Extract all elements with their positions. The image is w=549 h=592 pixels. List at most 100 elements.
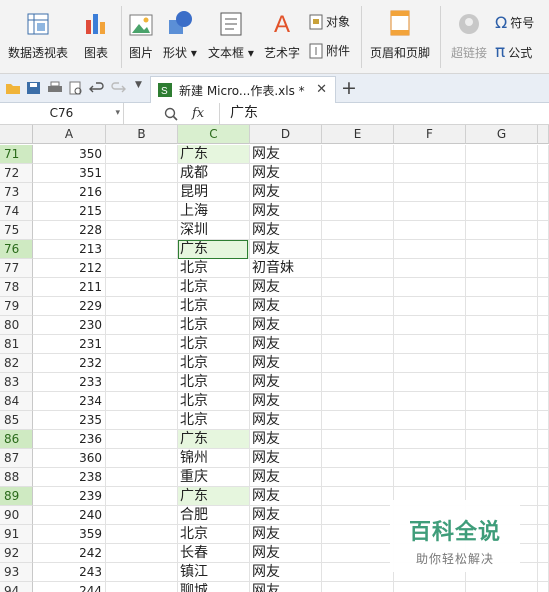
- cell-d[interactable]: 网友: [250, 487, 322, 506]
- cell-h[interactable]: [538, 373, 549, 392]
- cell-h[interactable]: [538, 449, 549, 468]
- undo-icon[interactable]: [89, 81, 105, 95]
- cell-d[interactable]: 初音妹: [250, 259, 322, 278]
- cell-e[interactable]: [322, 202, 394, 221]
- cell-h[interactable]: [538, 259, 549, 278]
- cell-b[interactable]: [106, 316, 178, 335]
- cell-a[interactable]: 231: [33, 335, 106, 354]
- cell-a[interactable]: 350: [33, 145, 106, 164]
- cell-h[interactable]: [538, 297, 549, 316]
- object-button[interactable]: 对象: [309, 13, 350, 30]
- row-header[interactable]: 93: [0, 563, 33, 582]
- cell-e[interactable]: [322, 164, 394, 183]
- formula-input[interactable]: 广东: [219, 103, 549, 124]
- cell-g[interactable]: [466, 468, 538, 487]
- row-header[interactable]: 81: [0, 335, 33, 354]
- customize-dropdown-icon[interactable]: ▼: [135, 80, 151, 94]
- cell-c[interactable]: 北京: [178, 335, 250, 354]
- cell-c[interactable]: 昆明: [178, 183, 250, 202]
- cell-g[interactable]: [466, 240, 538, 259]
- cell-a[interactable]: 211: [33, 278, 106, 297]
- cell-a[interactable]: 230: [33, 316, 106, 335]
- row-header[interactable]: 89: [0, 487, 33, 506]
- cell-a[interactable]: 360: [33, 449, 106, 468]
- cell-e[interactable]: [322, 506, 394, 525]
- cell-e[interactable]: [322, 373, 394, 392]
- cell-b[interactable]: [106, 563, 178, 582]
- cell-d[interactable]: 网友: [250, 430, 322, 449]
- cell-h[interactable]: [538, 183, 549, 202]
- header-footer-button[interactable]: 页眉和页脚: [370, 6, 430, 61]
- cell-b[interactable]: [106, 259, 178, 278]
- cell-f[interactable]: [394, 354, 466, 373]
- new-tab-icon[interactable]: +: [341, 77, 357, 99]
- cell-f[interactable]: [394, 430, 466, 449]
- cell-d[interactable]: 网友: [250, 202, 322, 221]
- cell-e[interactable]: [322, 278, 394, 297]
- cell-g[interactable]: [466, 183, 538, 202]
- cell-f[interactable]: [394, 202, 466, 221]
- select-all-corner[interactable]: [0, 125, 33, 144]
- cell-h[interactable]: [538, 411, 549, 430]
- cell-c[interactable]: 广东: [178, 240, 250, 259]
- row-header[interactable]: 91: [0, 525, 33, 544]
- row-header[interactable]: 73: [0, 183, 33, 202]
- cell-e[interactable]: [322, 335, 394, 354]
- cell-b[interactable]: [106, 164, 178, 183]
- cell-c[interactable]: 聊城: [178, 582, 250, 592]
- row-header[interactable]: 72: [0, 164, 33, 183]
- open-folder-icon[interactable]: [5, 81, 21, 95]
- row-header[interactable]: 84: [0, 392, 33, 411]
- cell-d[interactable]: 网友: [250, 316, 322, 335]
- textbox-button[interactable]: 文本框 ▾: [208, 6, 254, 61]
- cell-g[interactable]: [466, 335, 538, 354]
- cell-b[interactable]: [106, 240, 178, 259]
- cell-d[interactable]: 网友: [250, 183, 322, 202]
- cell-g[interactable]: [466, 411, 538, 430]
- row-header[interactable]: 76: [0, 240, 33, 259]
- cell-b[interactable]: [106, 449, 178, 468]
- cell-d[interactable]: 网友: [250, 449, 322, 468]
- cell-b[interactable]: [106, 525, 178, 544]
- cell-f[interactable]: [394, 221, 466, 240]
- cell-c[interactable]: 北京: [178, 259, 250, 278]
- cell-a[interactable]: 216: [33, 183, 106, 202]
- cell-a[interactable]: 234: [33, 392, 106, 411]
- cell-e[interactable]: [322, 582, 394, 592]
- cell-b[interactable]: [106, 145, 178, 164]
- row-header[interactable]: 83: [0, 373, 33, 392]
- cell-g[interactable]: [466, 297, 538, 316]
- cell-c[interactable]: 长春: [178, 544, 250, 563]
- cell-c[interactable]: 北京: [178, 411, 250, 430]
- cell-b[interactable]: [106, 487, 178, 506]
- cell-c[interactable]: 北京: [178, 354, 250, 373]
- cell-h[interactable]: [538, 335, 549, 354]
- cell-c[interactable]: 北京: [178, 297, 250, 316]
- wordart-button[interactable]: A 艺术字: [264, 6, 300, 61]
- cell-f[interactable]: [394, 164, 466, 183]
- cell-f[interactable]: [394, 297, 466, 316]
- cell-h[interactable]: [538, 221, 549, 240]
- chevron-down-icon[interactable]: ▾: [115, 103, 120, 124]
- cell-a[interactable]: 215: [33, 202, 106, 221]
- zoom-search-icon[interactable]: [164, 107, 178, 121]
- cell-b[interactable]: [106, 430, 178, 449]
- row-header[interactable]: 80: [0, 316, 33, 335]
- cell-b[interactable]: [106, 468, 178, 487]
- cell-a[interactable]: 213: [33, 240, 106, 259]
- cell-h[interactable]: [538, 392, 549, 411]
- cell-e[interactable]: [322, 240, 394, 259]
- cell-h[interactable]: [538, 164, 549, 183]
- cell-f[interactable]: [394, 449, 466, 468]
- cell-f[interactable]: [394, 259, 466, 278]
- cell-g[interactable]: [466, 164, 538, 183]
- redo-icon[interactable]: [110, 81, 126, 95]
- cell-d[interactable]: 网友: [250, 468, 322, 487]
- print-icon[interactable]: [47, 81, 63, 95]
- cell-g[interactable]: [466, 582, 538, 592]
- cell-h[interactable]: [538, 468, 549, 487]
- row-header[interactable]: 71: [0, 145, 33, 164]
- cell-d[interactable]: 网友: [250, 563, 322, 582]
- cell-d[interactable]: 网友: [250, 506, 322, 525]
- cell-e[interactable]: [322, 563, 394, 582]
